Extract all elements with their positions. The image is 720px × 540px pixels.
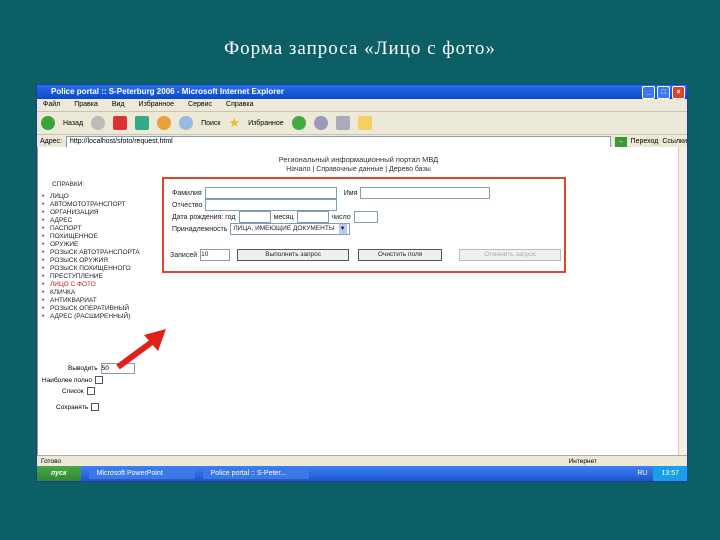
refresh-icon[interactable]	[135, 116, 150, 130]
menu-favorites[interactable]: Избранное	[139, 99, 174, 111]
task-ie[interactable]: Police portal :: S-Peter...	[202, 468, 309, 479]
scrollbar[interactable]	[678, 147, 687, 455]
sidebar-item[interactable]: ОРУЖИЕ	[42, 241, 160, 249]
go-button[interactable]: Переход	[631, 138, 659, 145]
window-title: Police portal :: S-Peterburg 2006 - Micr…	[51, 87, 284, 96]
option-list-label: Список	[62, 387, 84, 395]
menu-edit[interactable]: Правка	[74, 99, 98, 111]
output-label: Выводить	[68, 365, 98, 372]
menu-bar: Файл Правка Вид Избранное Сервис Справка	[37, 99, 687, 112]
history-icon[interactable]	[291, 116, 306, 130]
patronymic-input[interactable]	[205, 199, 338, 211]
name-label: Имя	[343, 189, 358, 197]
chevron-down-icon[interactable]: ▼	[338, 224, 347, 234]
sidebar-item[interactable]: АДРЕС	[42, 217, 160, 225]
dob-year-input[interactable]	[238, 211, 271, 223]
taskbar: пуск Microsoft PowerPoint Police portal …	[37, 466, 687, 481]
option-full: Наиболее полно	[42, 376, 103, 384]
close-button[interactable]: ×	[672, 86, 685, 99]
address-label: Адрес:	[40, 138, 62, 145]
links-button[interactable]: Ссылки	[662, 138, 687, 145]
mail-icon[interactable]	[313, 116, 328, 130]
patronymic-label: Отчество	[172, 201, 203, 209]
nav-links[interactable]: Начало | Справочные данные | Дерево базы	[38, 166, 679, 173]
title-bar: Police portal :: S-Peterburg 2006 - Micr…	[37, 85, 687, 99]
sidebar-item[interactable]: РОЗЫСК АВТОТРАНСПОРТА	[42, 249, 160, 257]
option-save-checkbox[interactable]	[91, 403, 100, 411]
option-full-checkbox[interactable]	[94, 376, 103, 384]
home-icon[interactable]	[157, 116, 172, 130]
sidebar-item[interactable]: ПОХИЩЕННОЕ	[42, 233, 160, 241]
search-icon[interactable]	[179, 116, 194, 130]
task-powerpoint[interactable]: Microsoft PowerPoint	[88, 468, 195, 479]
stop-icon[interactable]	[113, 116, 128, 130]
slide-title: Форма запроса «Лицо с фото»	[224, 38, 496, 59]
browser-window: Police portal :: S-Peterburg 2006 - Micr…	[36, 84, 688, 482]
clear-button[interactable]: Очистить поля	[358, 249, 443, 261]
menu-view[interactable]: Вид	[112, 99, 125, 111]
print-icon[interactable]	[335, 116, 350, 130]
clock: 13:57	[653, 466, 687, 481]
dob-month-label: месяц	[273, 213, 294, 221]
menu-help[interactable]: Справка	[226, 99, 253, 111]
red-arrow	[116, 329, 166, 370]
favorites-button[interactable]: Избранное	[248, 120, 283, 127]
portal-title: Региональный информационный портал МВД	[278, 155, 439, 164]
option-full-label: Наиболее полно	[42, 376, 92, 384]
address-input[interactable]: http://localhost/sfoto/request.html	[65, 135, 611, 148]
dob-day-input[interactable]	[353, 211, 378, 223]
forward-icon[interactable]	[91, 116, 106, 130]
surname-label: Фамилия	[172, 189, 202, 197]
surname-input[interactable]	[204, 187, 337, 199]
folder-icon[interactable]	[357, 116, 372, 130]
sidebar-header: СПРАВКИ:	[52, 181, 85, 188]
language-indicator[interactable]: RU	[637, 470, 647, 477]
maximize-button[interactable]: □	[657, 86, 670, 99]
toolbar: Назад Поиск ★ Избранное	[37, 112, 687, 135]
sidebar-item[interactable]: ЛИЦО	[42, 193, 160, 201]
page-content: Региональный информационный портал МВД Н…	[37, 147, 679, 455]
name-input[interactable]	[360, 187, 491, 199]
start-button[interactable]: пуск	[37, 466, 81, 481]
search-button[interactable]: Поиск	[201, 120, 220, 127]
menu-file[interactable]: Файл	[43, 99, 60, 111]
sidebar-item[interactable]: ПАСПОРТ	[42, 225, 160, 233]
menu-tools[interactable]: Сервис	[188, 99, 212, 111]
belongs-label: Принадлежность	[172, 225, 228, 233]
go-icon[interactable]: →	[614, 136, 627, 147]
option-list-checkbox[interactable]	[86, 387, 95, 395]
back-button[interactable]: Назад	[63, 120, 83, 127]
option-list: Список	[62, 387, 95, 395]
minimize-button[interactable]: _	[642, 86, 655, 99]
dob-day-label: число	[331, 213, 351, 221]
back-icon[interactable]	[41, 116, 55, 130]
belongs-value: ЛИЦА, ИМЕЮЩИЕ ДОКУМЕНТЫ	[233, 225, 335, 232]
favorites-icon[interactable]: ★	[228, 115, 240, 131]
option-save: Сохранять	[56, 403, 100, 411]
dob-year-label: Дата рождения: год	[172, 213, 236, 221]
sidebar-item[interactable]: ОРГАНИЗАЦИЯ	[42, 209, 160, 217]
dob-month-input[interactable]	[296, 211, 329, 223]
cancel-button[interactable]: Отменить запрос	[459, 249, 562, 261]
sidebar-item[interactable]: АВТОМОТОТРАНСПОРТ	[42, 201, 160, 209]
belongs-select[interactable]: ЛИЦА, ИМЕЮЩИЕ ДОКУМЕНТЫ ▼	[230, 223, 350, 235]
option-save-label: Сохранять	[56, 403, 89, 411]
status-text: Готово	[41, 458, 62, 465]
